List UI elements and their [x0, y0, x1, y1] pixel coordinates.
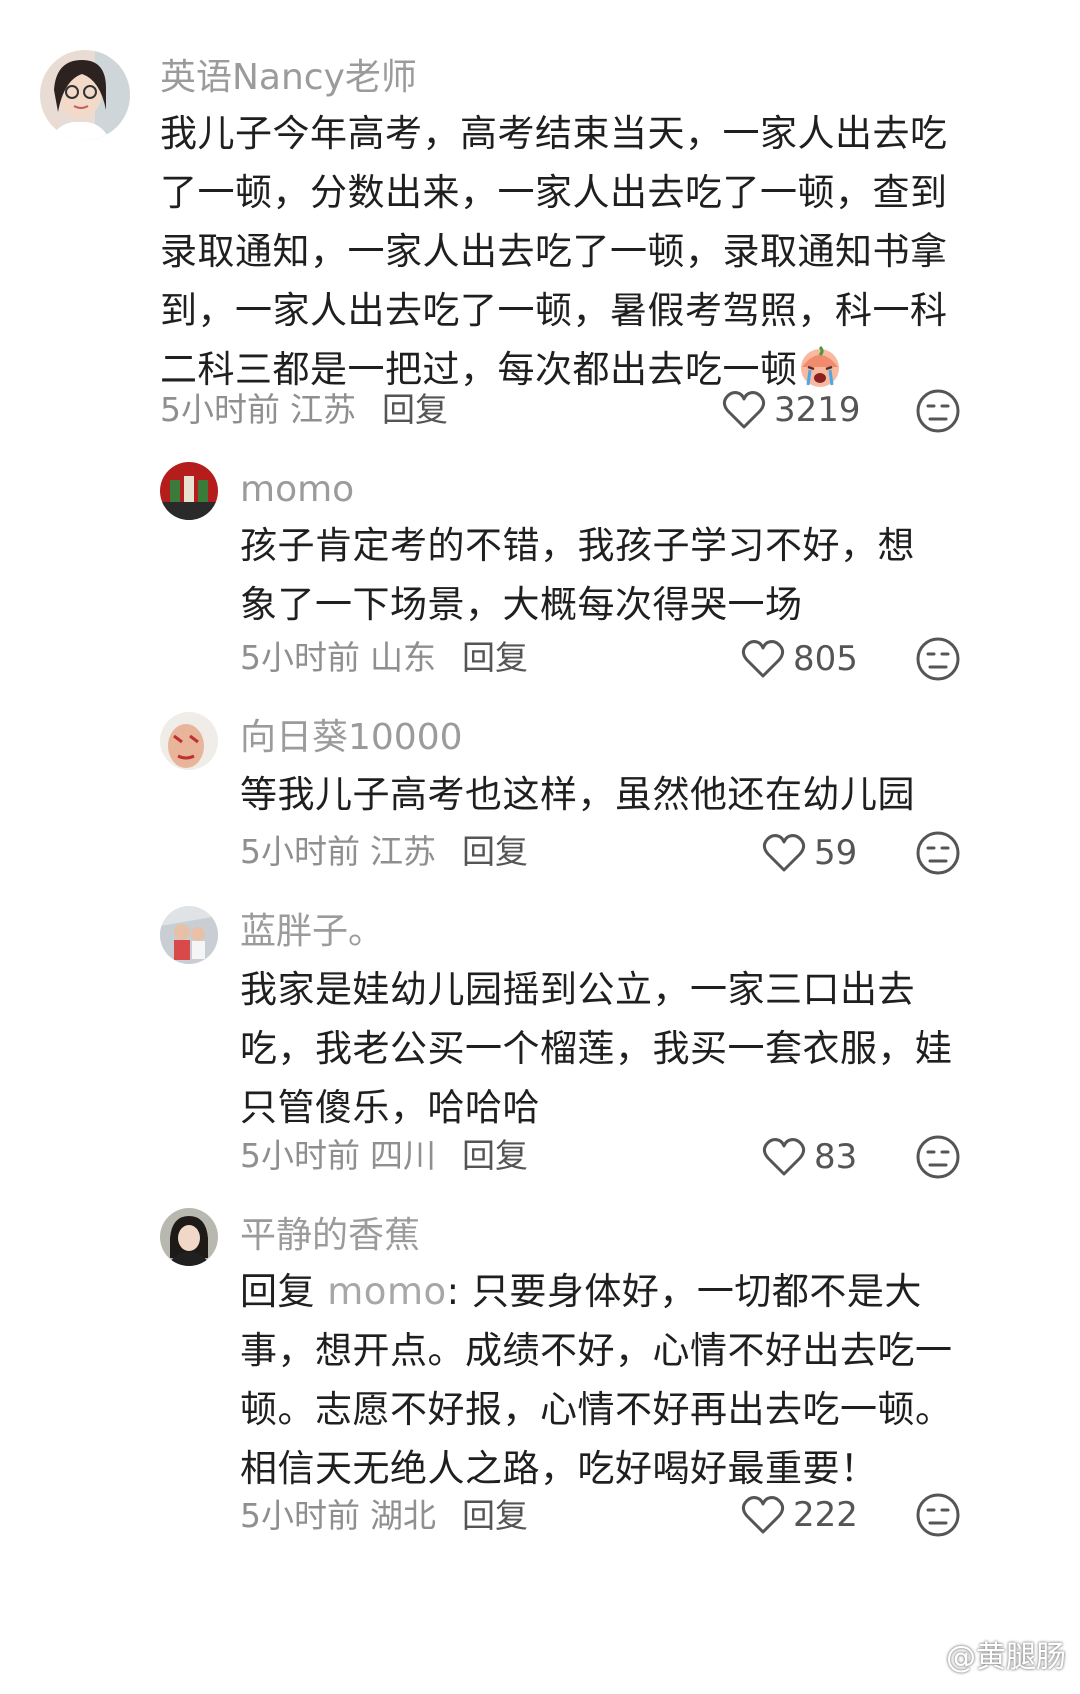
timestamp: 5小时前 [240, 1496, 360, 1535]
like-count: 59 [814, 833, 858, 873]
username[interactable]: momo [240, 468, 354, 512]
dislike-button[interactable] [915, 1492, 961, 1538]
reply-prefix: 回复 [240, 1270, 328, 1313]
neutral-face-icon [916, 389, 960, 433]
user-avatar-icon [160, 906, 218, 964]
comment-meta: 5小时前 四川 回复 [240, 1134, 528, 1178]
avatar[interactable] [160, 712, 218, 770]
location: 山东 [370, 638, 436, 677]
like-button[interactable]: 805 [741, 634, 858, 684]
location: 湖北 [370, 1496, 436, 1535]
comment-meta: 5小时前 湖北 回复 [240, 1494, 528, 1538]
username[interactable]: 向日葵10000 [240, 716, 463, 760]
location: 江苏 [290, 390, 356, 429]
dislike-button[interactable] [915, 830, 961, 876]
comment-text: 我家是娃幼儿园摇到公立，一家三口出去吃，我老公买一个榴莲，我买一套衣服，娃只管傻… [240, 968, 953, 1129]
avatar[interactable] [40, 50, 130, 140]
dislike-button[interactable] [915, 1134, 961, 1180]
comment-meta: 5小时前 江苏 回复 [160, 388, 448, 432]
location: 四川 [370, 1136, 436, 1175]
comment-text: 回复 momo: 只要身体好，一切都不是大事，想开点。成绩不好，心情不好出去吃一… [240, 1262, 970, 1498]
username[interactable]: 蓝胖子。 [240, 910, 384, 954]
location: 江苏 [370, 832, 436, 871]
reply-button[interactable]: 回复 [382, 390, 448, 429]
comment-meta: 5小时前 江苏 回复 [240, 830, 528, 874]
reply-target-username[interactable]: momo [327, 1270, 446, 1313]
heart-icon [762, 834, 806, 872]
watermark: @黄腿肠 [906, 1632, 1066, 1676]
like-count: 805 [793, 639, 858, 679]
watermark-text: @黄腿肠 [946, 1640, 1066, 1675]
neutral-face-icon [916, 831, 960, 875]
heart-icon [762, 1138, 806, 1176]
reply-button[interactable]: 回复 [462, 1136, 528, 1175]
crying-face-emoji-icon [798, 345, 842, 389]
dislike-button[interactable] [915, 636, 961, 682]
timestamp: 5小时前 [240, 832, 360, 871]
weibo-logo-icon [906, 1641, 944, 1670]
like-count: 3219 [774, 390, 861, 430]
user-avatar-icon [160, 712, 218, 770]
avatar[interactable] [160, 906, 218, 964]
comment-text: 我儿子今年高考，高考结束当天，一家人出去吃了一顿，分数出来，一家人出去吃了一顿，… [160, 104, 960, 399]
neutral-face-icon [916, 1493, 960, 1537]
comment-text: 等我儿子高考也这样，虽然他还在幼儿园 [240, 773, 915, 816]
reply-button[interactable]: 回复 [462, 638, 528, 677]
heart-icon [741, 1496, 785, 1534]
timestamp: 5小时前 [160, 390, 280, 429]
like-count: 222 [793, 1495, 858, 1535]
comment-meta: 5小时前 山东 回复 [240, 636, 528, 680]
neutral-face-icon [916, 637, 960, 681]
user-avatar-icon [160, 462, 218, 520]
like-button[interactable]: 59 [762, 828, 857, 878]
heart-icon [741, 640, 785, 678]
like-count: 83 [814, 1137, 858, 1177]
avatar[interactable] [160, 462, 218, 520]
like-button[interactable]: 83 [762, 1132, 857, 1182]
username[interactable]: 英语Nancy老师 [160, 56, 417, 100]
username[interactable]: 平静的香蕉 [240, 1214, 420, 1258]
heart-icon [722, 391, 766, 429]
user-avatar-icon [160, 1208, 218, 1266]
reply-button[interactable]: 回复 [462, 832, 528, 871]
dislike-button[interactable] [915, 388, 961, 434]
like-button[interactable]: 3219 [722, 385, 861, 435]
timestamp: 5小时前 [240, 638, 360, 677]
comment-text: 孩子肯定考的不错，我孩子学习不好，想象了一下场景，大概每次得哭一场 [240, 524, 915, 626]
like-button[interactable]: 222 [741, 1490, 858, 1540]
avatar[interactable] [160, 1208, 218, 1266]
neutral-face-icon [916, 1135, 960, 1179]
user-avatar-icon [40, 50, 130, 140]
timestamp: 5小时前 [240, 1136, 360, 1175]
reply-button[interactable]: 回复 [462, 1496, 528, 1535]
